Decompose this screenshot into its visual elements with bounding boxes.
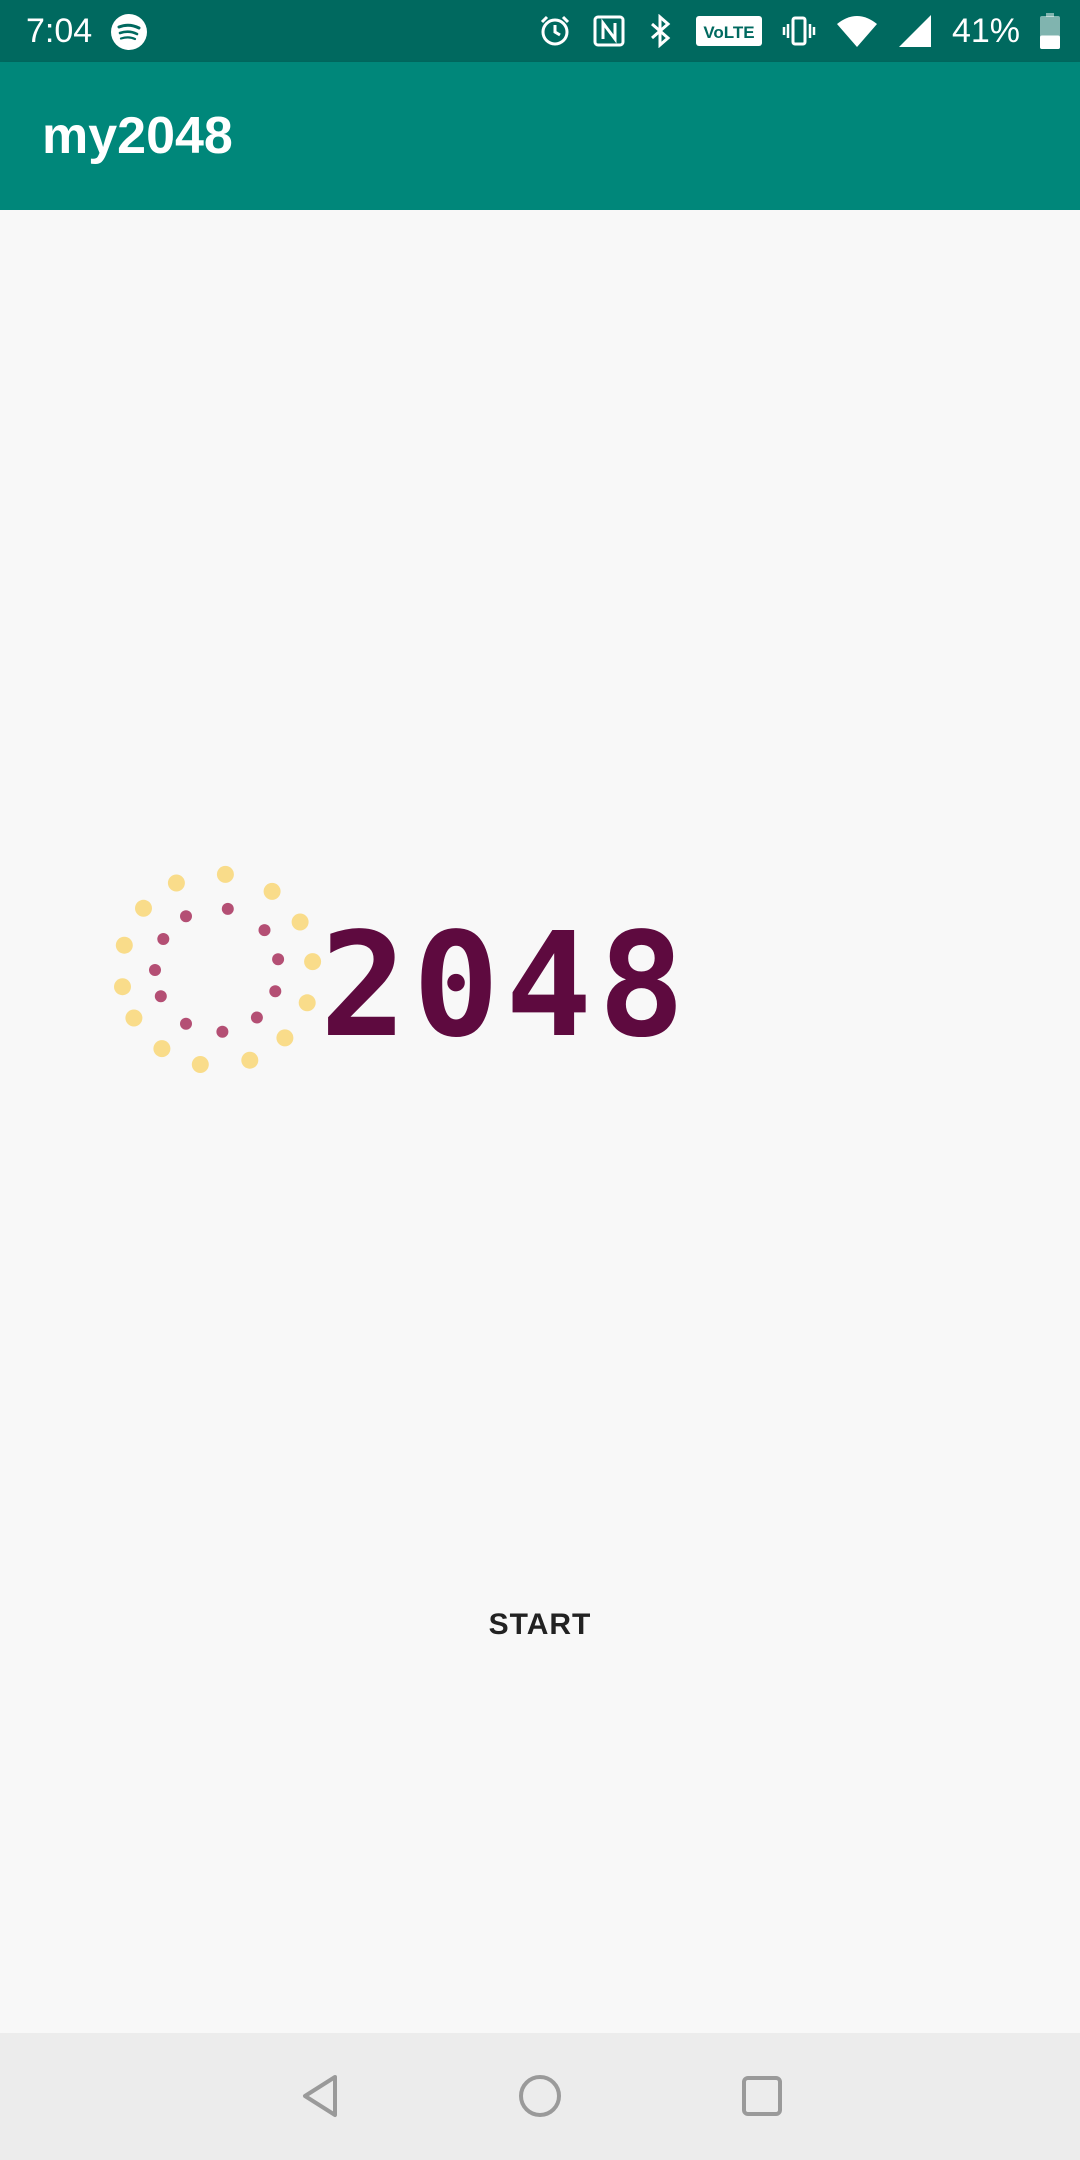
logo-dot	[154, 990, 167, 1003]
logo-dot	[135, 899, 152, 917]
back-icon[interactable]	[285, 2061, 355, 2131]
logo-dot	[258, 924, 271, 937]
logo-dot	[276, 1029, 294, 1047]
logo-dot	[291, 913, 309, 931]
logo-dot	[216, 865, 234, 883]
spotify-icon	[110, 13, 148, 51]
bluetooth-icon	[646, 14, 676, 48]
logo-dot	[153, 1040, 171, 1058]
logo-dot	[149, 964, 161, 976]
logo-dot	[167, 874, 185, 892]
logo-dot	[241, 1051, 259, 1069]
navigation-bar	[0, 2033, 1080, 2160]
logo-dot	[180, 910, 192, 923]
battery-icon	[1040, 13, 1060, 49]
battery-percent: 41%	[951, 12, 1020, 50]
svg-text:VoLTE: VoLTE	[703, 23, 754, 42]
status-bar: 7:04 VoLTE 41%	[0, 0, 1080, 62]
logo-dot	[157, 933, 170, 945]
volte-icon: VoLTE	[695, 16, 762, 46]
logo-dot	[263, 882, 281, 900]
app-bar: my2048	[0, 62, 1080, 210]
main-content	[0, 210, 1080, 2033]
logo-dot	[298, 994, 316, 1012]
logo-dot	[115, 936, 133, 954]
logo-dots-icon	[114, 865, 322, 1073]
signal-icon	[898, 14, 932, 48]
status-icons: VoLTE 41%	[518, 10, 1060, 52]
wifi-icon	[836, 14, 878, 48]
recents-icon[interactable]	[727, 2061, 797, 2131]
logo-dot	[180, 1017, 192, 1030]
nfc-icon	[592, 14, 626, 48]
logo-dot	[269, 985, 282, 998]
logo-dot	[114, 978, 131, 996]
logo-dot	[272, 953, 285, 966]
logo-dot	[216, 1025, 229, 1038]
alarm-icon	[538, 14, 572, 48]
app-title: my2048	[42, 107, 233, 165]
vibrate-icon	[782, 14, 816, 48]
logo-2048: 2048	[320, 901, 691, 1069]
status-time: 7:04	[26, 12, 93, 50]
logo-dot	[191, 1056, 209, 1073]
logo-dot	[221, 902, 234, 915]
start-button[interactable]: START	[440, 1595, 640, 1655]
home-icon[interactable]	[505, 2061, 575, 2131]
logo-dot	[304, 953, 322, 971]
logo-dot	[250, 1011, 263, 1024]
logo-dot	[125, 1009, 143, 1027]
